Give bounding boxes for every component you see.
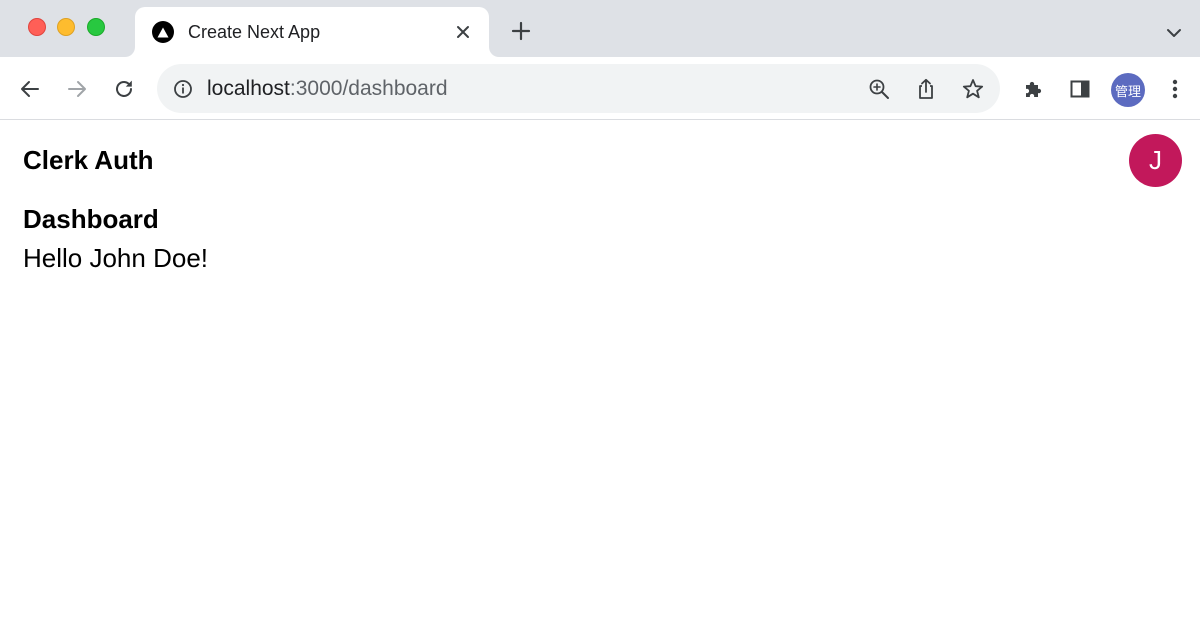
- page-title: Dashboard: [23, 204, 159, 234]
- nextjs-triangle-icon: [152, 21, 174, 43]
- active-tab[interactable]: Create Next App: [135, 7, 489, 57]
- chevron-down-icon[interactable]: [1162, 22, 1186, 44]
- url-path: :3000/dashboard: [289, 77, 448, 100]
- extensions-puzzle-icon[interactable]: [1018, 74, 1048, 104]
- window-close-button[interactable]: [28, 18, 46, 36]
- site-info-icon[interactable]: [173, 79, 193, 99]
- bookmark-star-icon[interactable]: [960, 76, 986, 102]
- tab-title: Create Next App: [188, 22, 321, 42]
- tab-close-icon[interactable]: [451, 20, 475, 44]
- more-menu-icon[interactable]: [1160, 74, 1190, 104]
- zoom-in-icon[interactable]: [866, 76, 892, 102]
- window-maximize-button[interactable]: [87, 18, 105, 36]
- greeting-text: Hello John Doe!: [23, 243, 208, 273]
- back-arrow-icon[interactable]: [15, 74, 45, 104]
- side-panel-icon[interactable]: [1065, 74, 1095, 104]
- reload-icon[interactable]: [109, 74, 139, 104]
- forward-arrow-icon[interactable]: [62, 74, 92, 104]
- page-content: Clerk Auth J Dashboard Hello John Doe!: [0, 121, 1200, 622]
- tab-strip: Create Next App: [0, 0, 1200, 57]
- brand-title[interactable]: Clerk Auth: [23, 145, 154, 175]
- profile-avatar[interactable]: 管理: [1111, 73, 1145, 107]
- url-text: localhost:3000/dashboard: [207, 77, 448, 101]
- browser-toolbar: localhost:3000/dashboard 管理: [0, 57, 1200, 120]
- user-avatar-button[interactable]: J: [1129, 134, 1182, 187]
- share-icon[interactable]: [913, 76, 939, 102]
- window-minimize-button[interactable]: [57, 18, 75, 36]
- address-bar[interactable]: localhost:3000/dashboard: [157, 64, 1000, 113]
- new-tab-icon[interactable]: [508, 18, 534, 44]
- url-host: localhost: [207, 77, 290, 100]
